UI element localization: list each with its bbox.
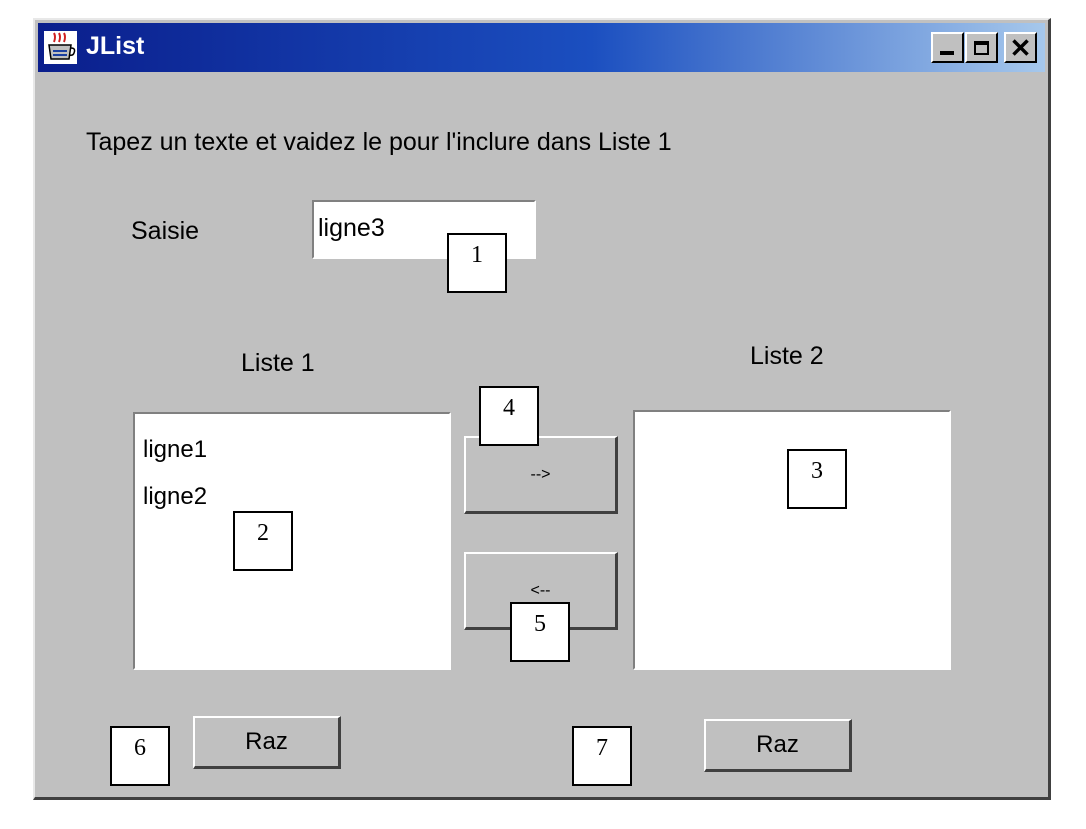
callout-7: 7 xyxy=(572,726,632,786)
callout-1: 1 xyxy=(447,233,507,293)
window-content: Tapez un texte et vaidez le pour l'inclu… xyxy=(35,72,1048,797)
move-to-liste2-button[interactable]: --> xyxy=(464,436,618,514)
callout-6: 6 xyxy=(110,726,170,786)
list-item[interactable]: ligne1 xyxy=(143,426,441,473)
maximize-button[interactable] xyxy=(965,32,998,63)
maximize-icon xyxy=(974,40,989,55)
callout-5: 5 xyxy=(510,602,570,662)
minimize-icon xyxy=(940,51,954,55)
callout-2: 2 xyxy=(233,511,293,571)
instruction-text: Tapez un texte et vaidez le pour l'inclu… xyxy=(86,128,672,156)
liste2-label: Liste 2 xyxy=(750,342,824,370)
minimize-button[interactable] xyxy=(931,32,964,63)
window-title: JList xyxy=(86,32,145,60)
close-button[interactable]: ✕ xyxy=(1004,32,1037,63)
callout-4: 4 xyxy=(479,386,539,446)
java-cup-icon xyxy=(43,30,78,65)
close-icon: ✕ xyxy=(1009,32,1032,63)
saisie-label: Saisie xyxy=(131,217,200,245)
app-window: JList ✕ Tapez un texte et vaidez le pour… xyxy=(33,18,1051,800)
raz-liste2-button[interactable]: Raz xyxy=(704,719,852,772)
liste1-label: Liste 1 xyxy=(241,349,315,377)
callout-3: 3 xyxy=(787,449,847,509)
title-bar[interactable]: JList ✕ xyxy=(38,23,1045,72)
raz-liste1-button[interactable]: Raz xyxy=(193,716,341,769)
